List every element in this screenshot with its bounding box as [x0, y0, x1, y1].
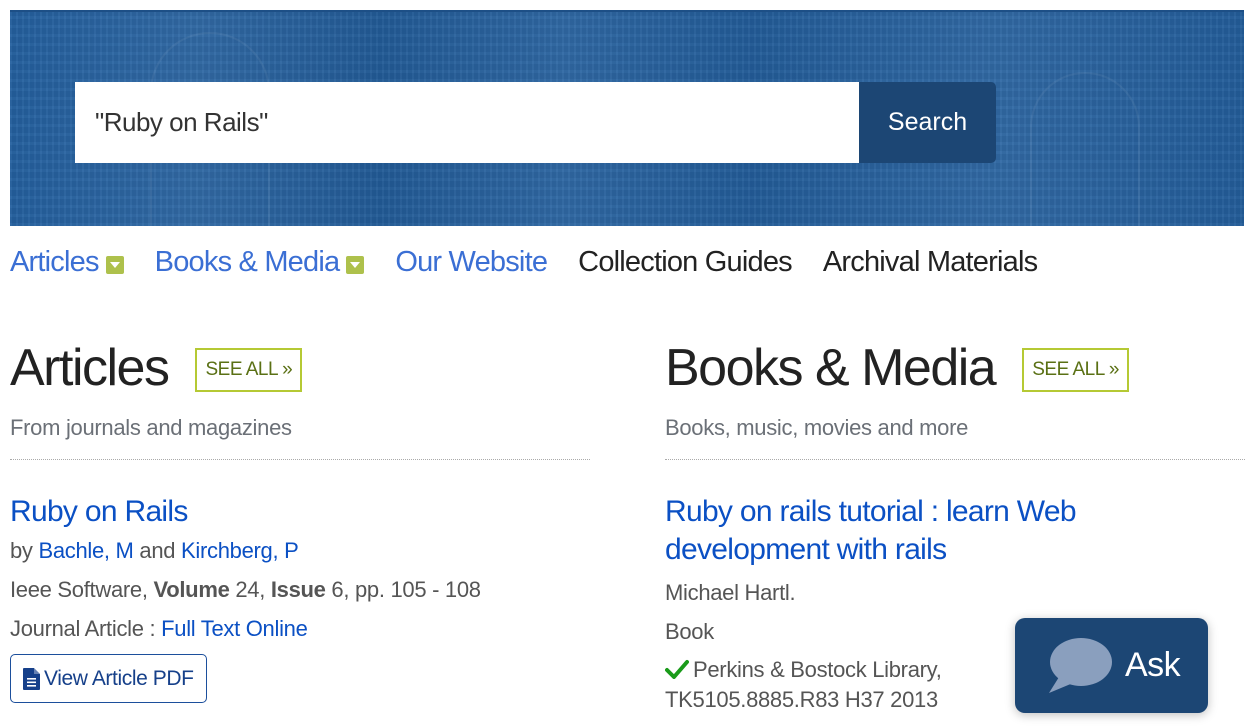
see-all-articles-button[interactable]: SEE ALL »	[195, 348, 303, 392]
result-author: Michael Hartl.	[665, 580, 796, 605]
by-prefix: by	[10, 538, 33, 563]
issue-pages: 6, pp. 105 - 108	[331, 577, 481, 602]
result-title-link[interactable]: Ruby on Rails	[10, 493, 590, 531]
nav-item-label: Our Website	[395, 245, 548, 278]
file-document-icon	[23, 667, 40, 690]
full-text-online-link[interactable]: Full Text Online	[161, 616, 308, 641]
result-authors: by Bachle, M and Kirchberg, P	[10, 531, 590, 570]
checkmark-icon	[665, 660, 689, 679]
section-subtitle: Books, music, movies and more	[665, 415, 969, 440]
library-location: Perkins & Bostock Library,	[693, 657, 942, 682]
issue-label: Issue	[270, 577, 326, 602]
ask-label: Ask	[1125, 646, 1181, 684]
pdf-button-label: View Article PDF	[44, 666, 194, 690]
nav-item-our-website[interactable]: Our Website	[395, 245, 548, 279]
section-title: Articles	[10, 339, 170, 397]
see-all-books-button[interactable]: SEE ALL »	[1022, 348, 1129, 392]
result-type: Journal Article :	[10, 616, 156, 641]
speech-bubble-icon	[1049, 637, 1112, 693]
dropdown-caret-icon[interactable]	[346, 256, 365, 274]
banner-arch-decoration	[1030, 72, 1140, 226]
section-divider	[10, 459, 590, 460]
nav-item-label: Books & Media	[154, 245, 340, 278]
dropdown-caret-icon[interactable]	[105, 256, 124, 274]
result-access: Journal Article : Full Text Online	[10, 609, 590, 648]
nav-item-books-media[interactable]: Books & Media	[155, 246, 365, 279]
nav-item-collection-guides[interactable]: Collection Guides	[578, 246, 792, 279]
section-title: Books & Media	[665, 339, 997, 397]
result-citation: Ieee Software, Volume 24, Issue 6, pp. 1…	[10, 570, 590, 609]
articles-section: Articles SEE ALL » From journals and mag…	[10, 335, 590, 703]
author-link[interactable]: Bachle, M	[38, 538, 133, 563]
ask-chat-button[interactable]: Ask	[1015, 618, 1208, 713]
volume-value: 24,	[235, 577, 266, 602]
source-title: Ieee Software,	[10, 577, 148, 602]
section-header: Books & Media SEE ALL »	[665, 335, 1245, 401]
nav-item-articles[interactable]: Articles	[10, 246, 124, 279]
nav-item-label: Articles	[10, 245, 99, 278]
search-input[interactable]	[75, 82, 859, 163]
author-link[interactable]: Kirchberg, P	[181, 538, 299, 563]
call-number: TK5105.8885.R83 H37 2013	[665, 687, 938, 712]
section-header: Articles SEE ALL »	[10, 335, 590, 401]
section-subtitle: From journals and magazines	[10, 415, 292, 440]
search-button[interactable]: Search	[859, 82, 996, 163]
nav-item-label: Collection Guides	[578, 245, 792, 278]
author-joiner: and	[139, 538, 176, 563]
search-scope-nav: Articles Books & Media Our Website Colle…	[10, 240, 1068, 284]
nav-item-label: Archival Materials	[822, 245, 1038, 278]
search-banner: Search	[10, 10, 1244, 226]
article-result: Ruby on Rails by Bachle, M and Kirchberg…	[10, 493, 590, 703]
nav-item-archival-materials[interactable]: Archival Materials	[822, 245, 1038, 279]
volume-label: Volume	[153, 577, 230, 602]
section-divider	[665, 459, 1245, 460]
view-article-pdf-button[interactable]: View Article PDF	[10, 654, 207, 703]
result-title-link[interactable]: Ruby on rails tutorial : learn Web devel…	[665, 493, 1125, 569]
